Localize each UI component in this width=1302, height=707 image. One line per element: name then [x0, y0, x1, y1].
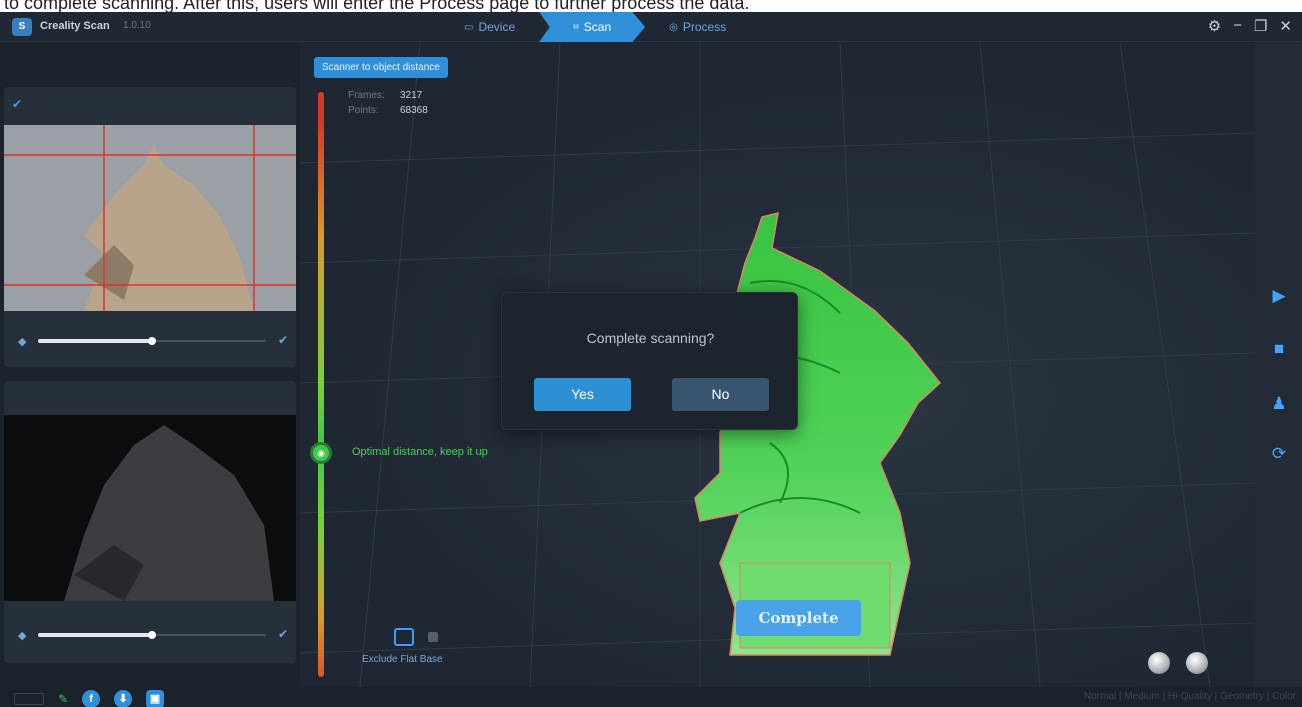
camera-panel: ✔ ◆ ✔ ◆ ✔ [0, 43, 300, 687]
title-bar: S Creality Scan 1.0.10 ▭ Device ⌗ Scan ◎… [0, 12, 1302, 42]
workflow-steps: ▭ Device ⌗ Scan ◎ Process [440, 12, 750, 42]
download-icon[interactable]: ⬇ [114, 690, 133, 707]
depth-camera-preview [4, 415, 296, 601]
slider-knob[interactable] [148, 337, 156, 345]
right-toolbar: ▶ ■ ♟ ⟳ [1255, 43, 1302, 687]
step-process[interactable]: ◎ Process [645, 12, 750, 42]
points-value: 68368 [400, 105, 428, 116]
play-icon[interactable]: ▶ [1268, 285, 1290, 307]
depth-exposure-slider[interactable]: ◆ ✔ [18, 627, 288, 643]
quality-modes: Normal | Medium | Hi-Quality | Geometry … [1083, 691, 1296, 702]
complete-button[interactable]: Complete [736, 600, 861, 636]
rgb-camera-card: ✔ ◆ ✔ [4, 87, 296, 367]
status-bar: ✎ f ⬇ ▣ Normal | Medium | Hi-Quality | G… [0, 687, 1302, 707]
settings-icon[interactable]: ⚙ [1208, 17, 1221, 35]
frames-value: 3217 [400, 90, 423, 101]
exclude-flat-base-checkbox[interactable] [428, 632, 438, 642]
process-icon: ◎ [669, 21, 678, 33]
check-icon: ✔ [12, 97, 23, 111]
flat-base-icon[interactable] [394, 628, 414, 646]
camera-icon: ◉ [310, 442, 332, 464]
depth-camera-card: ◆ ✔ [4, 381, 296, 663]
rgb-exposure-slider[interactable]: ◆ ✔ [18, 333, 288, 349]
check-icon[interactable]: ✔ [278, 627, 288, 641]
restore-icon[interactable]: ❐ [1254, 17, 1267, 35]
distance-status: Optimal distance, keep it up [352, 446, 488, 458]
close-icon[interactable]: ✕ [1279, 17, 1292, 35]
step-device-label: Device [478, 20, 516, 34]
distance-label: Scanner to object distance [314, 57, 448, 78]
yes-button[interactable]: Yes [534, 378, 631, 411]
sphere-view-icon[interactable] [1148, 652, 1170, 674]
scan-stats: Frames: 3217 Points: 68368 [348, 88, 428, 118]
device-icon: ▭ [464, 21, 474, 33]
no-button[interactable]: No [672, 378, 769, 411]
video-icon[interactable]: ▣ [146, 690, 165, 707]
distance-indicator-bar [318, 92, 324, 677]
minimize-icon[interactable]: − [1233, 17, 1242, 35]
model-view-icon[interactable] [1186, 652, 1208, 674]
frames-label: Frames: [348, 90, 385, 101]
minus-icon: ◆ [18, 630, 27, 642]
window-controls: ⚙ − ❐ ✕ [1208, 17, 1292, 35]
step-scan[interactable]: ⌗ Scan [539, 12, 646, 42]
view-presets [1148, 652, 1208, 674]
stop-icon[interactable]: ■ [1268, 338, 1290, 360]
pencil-icon[interactable]: ✎ [58, 692, 68, 706]
refresh-icon[interactable]: ⟳ [1268, 443, 1290, 465]
facebook-icon[interactable]: f [82, 690, 101, 707]
progress-box [14, 693, 44, 705]
complete-scanning-dialog: Complete scanning? Yes No [501, 292, 798, 430]
exclude-flat-base-label: Exclude Flat Base [362, 654, 443, 665]
check-icon[interactable]: ✔ [278, 333, 288, 347]
app-logo: S [12, 18, 32, 36]
slider-knob[interactable] [148, 631, 156, 639]
stamp-icon[interactable]: ♟ [1268, 393, 1290, 415]
points-label: Points: [348, 105, 379, 116]
step-scan-label: Scan [583, 20, 612, 34]
creality-scan-window: S Creality Scan 1.0.10 ▭ Device ⌗ Scan ◎… [0, 12, 1302, 707]
app-version: 1.0.10 [123, 20, 151, 31]
rgb-camera-header: ✔ [4, 87, 296, 117]
step-device[interactable]: ▭ Device [440, 12, 539, 42]
app-name: Creality Scan [40, 20, 110, 32]
minus-icon: ◆ [18, 336, 27, 348]
depth-camera-header [4, 381, 296, 411]
scan-icon: ⌗ [573, 21, 579, 33]
rgb-camera-preview [4, 125, 296, 311]
dialog-message: Complete scanning? [586, 330, 715, 346]
status-bar-tools: ✎ f ⬇ ▣ [14, 690, 165, 707]
step-process-label: Process [682, 20, 727, 34]
